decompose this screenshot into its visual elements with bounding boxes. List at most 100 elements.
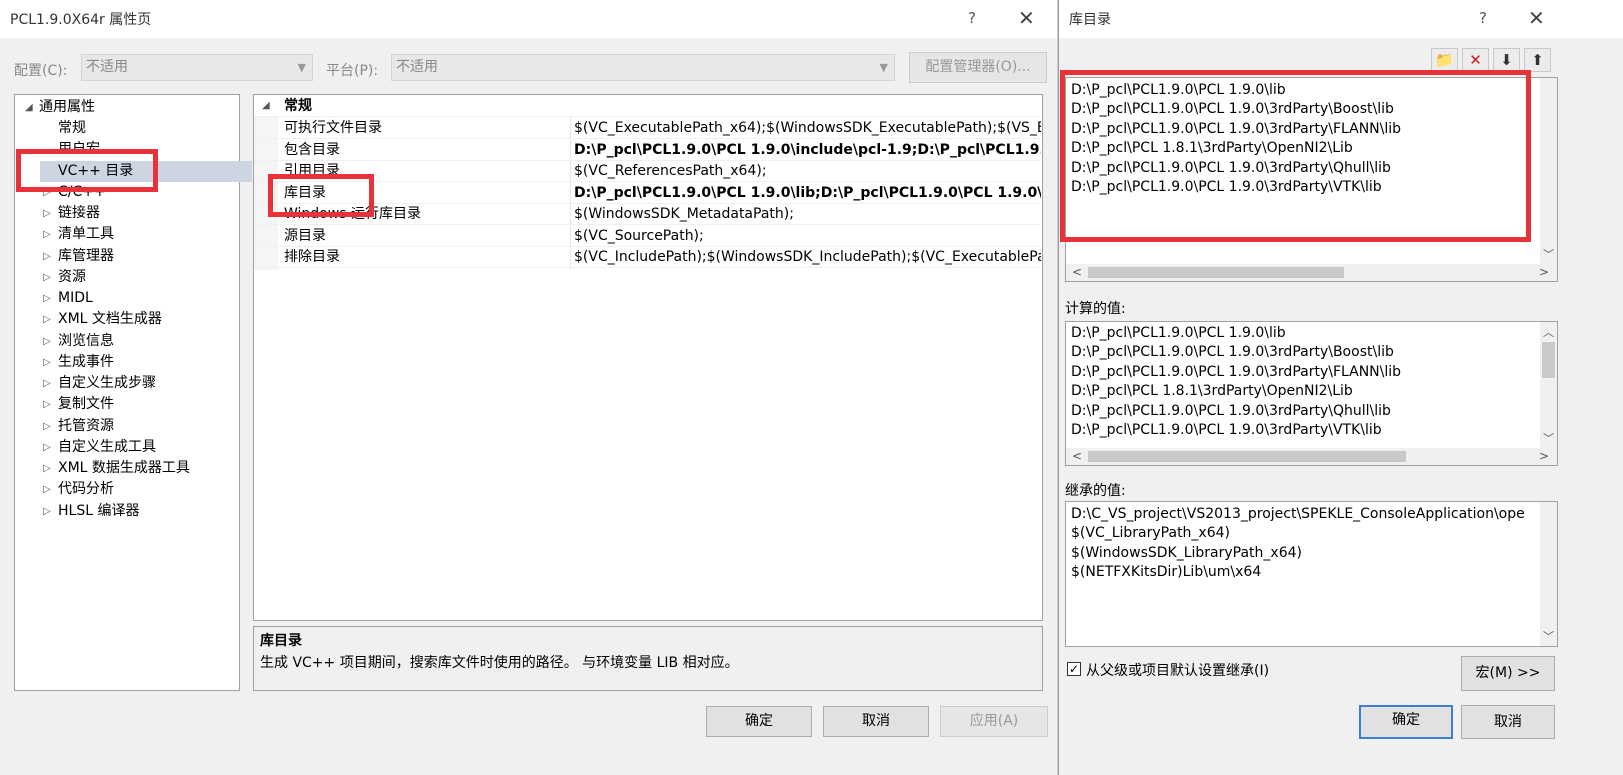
- chevron-down-icon: ▼: [879, 61, 888, 74]
- expand-triangle-icon[interactable]: ▷: [43, 501, 51, 522]
- tree-item-xml-data-generator-tool[interactable]: ▷ XML 数据生成器工具: [15, 458, 239, 479]
- evaluated-vertical-scrollbar[interactable]: ︿ ﹀: [1540, 322, 1557, 448]
- expand-triangle-icon[interactable]: ▷: [43, 458, 51, 479]
- tree-item-general[interactable]: 常规: [15, 118, 239, 139]
- inherited-vertical-scrollbar[interactable]: ﹀: [1540, 502, 1557, 646]
- title-bar: 库目录 ? ✕: [1059, 0, 1623, 38]
- inherit-checkbox-label[interactable]: 从父级或项目默认设置继承(I): [1086, 660, 1269, 680]
- grid-row[interactable]: 可执行文件目录 $(VC_ExecutablePath_x64);$(Window…: [254, 117, 1041, 139]
- tree-item-midl[interactable]: ▷ MIDL: [15, 288, 239, 309]
- inherited-line: $(WindowsSDK_LibraryPath_x64): [1071, 544, 1302, 561]
- grid-property-value[interactable]: $(VC_ReferencesPath_x64);: [574, 160, 1041, 181]
- grid-property-value[interactable]: D:\P_pcl\PCL1.9.0\PCL 1.9.0\include\pcl-…: [574, 139, 1041, 160]
- tree-item-copy-files[interactable]: ▷ 复制文件: [15, 394, 239, 415]
- evaluated-line: D:\P_pcl\PCL1.9.0\PCL 1.9.0\3rdParty\Boo…: [1071, 344, 1394, 361]
- platform-value: 不适用: [396, 59, 438, 75]
- evaluated-values-label: 计算的值:: [1065, 301, 1126, 317]
- macros-button[interactable]: 宏(M) >>: [1461, 656, 1555, 691]
- description-text: 生成 VC++ 项目期间，搜索库文件时使用的路径。 与环境变量 LIB 相对应。: [260, 655, 739, 671]
- cancel-button[interactable]: 取消: [1461, 705, 1555, 739]
- tree-item-custom-build-tool[interactable]: ▷ 自定义生成工具: [15, 437, 239, 458]
- grid-property-value[interactable]: $(VC_IncludePath);$(WindowsSDK_IncludePa…: [574, 246, 1041, 267]
- scroll-left-icon[interactable]: <: [1072, 448, 1082, 465]
- expand-triangle-icon[interactable]: ▷: [43, 373, 51, 394]
- inherited-line: $(NETFXKitsDir)Lib\um\x64: [1071, 564, 1262, 581]
- grid-property-name: 可执行文件目录: [284, 120, 382, 136]
- evaluated-horizontal-scrollbar[interactable]: < >: [1066, 448, 1557, 465]
- expand-triangle-icon[interactable]: ▷: [43, 267, 51, 288]
- scroll-down-icon[interactable]: ﹀: [1543, 628, 1554, 644]
- tree-root-common-properties[interactable]: ◢ 通用属性: [15, 97, 239, 118]
- expand-triangle-icon[interactable]: ▷: [43, 331, 51, 352]
- close-icon[interactable]: ✕: [1018, 6, 1035, 30]
- ok-button[interactable]: 确定: [706, 706, 812, 737]
- scroll-right-icon[interactable]: >: [1539, 448, 1549, 465]
- scroll-thumb[interactable]: [1542, 342, 1555, 378]
- config-manager-button[interactable]: 配置管理器(O)...: [909, 52, 1047, 83]
- scroll-thumb[interactable]: [1088, 267, 1344, 278]
- scroll-left-icon[interactable]: <: [1072, 264, 1082, 281]
- platform-combobox[interactable]: 不适用 ▼: [391, 54, 895, 81]
- tree-item-manifest-tool[interactable]: ▷ 清单工具: [15, 224, 239, 245]
- scroll-down-icon[interactable]: ﹀: [1543, 430, 1554, 446]
- tree-item-librarian[interactable]: ▷ 库管理器: [15, 246, 239, 267]
- tree-item-linker[interactable]: ▷ 链接器: [15, 203, 239, 224]
- cancel-button[interactable]: 取消: [823, 706, 929, 737]
- tree-item-browse-information[interactable]: ▷ 浏览信息: [15, 331, 239, 352]
- expand-triangle-icon[interactable]: ▷: [43, 394, 51, 415]
- help-icon[interactable]: ?: [968, 9, 976, 27]
- expand-triangle-icon[interactable]: ▷: [43, 437, 51, 458]
- grid-category-label: 常规: [284, 98, 312, 114]
- ok-button[interactable]: 确定: [1359, 705, 1453, 739]
- scroll-down-icon[interactable]: ﹀: [1543, 246, 1554, 262]
- scroll-up-icon[interactable]: ︿: [1543, 324, 1554, 340]
- description-panel: 库目录 生成 VC++ 项目期间，搜索库文件时使用的路径。 与环境变量 LIB …: [253, 626, 1043, 691]
- scroll-thumb[interactable]: [1088, 451, 1406, 462]
- tree-item-label: HLSL 编译器: [58, 502, 140, 519]
- tree-item-hlsl-compiler[interactable]: ▷ HLSL 编译器: [15, 501, 239, 522]
- move-down-icon[interactable]: ⬇: [1493, 48, 1520, 72]
- config-combobox[interactable]: 不适用 ▼: [81, 54, 313, 81]
- tree-root-label: 通用属性: [39, 99, 95, 115]
- inherited-line: $(VC_LibraryPath_x64): [1071, 525, 1230, 542]
- edit-horizontal-scrollbar[interactable]: < >: [1066, 264, 1557, 281]
- help-icon[interactable]: ?: [1479, 9, 1487, 27]
- grid-row[interactable]: 源目录 $(VC_SourcePath);: [254, 225, 1041, 247]
- grid-property-value[interactable]: $(VC_SourcePath);: [574, 225, 1041, 246]
- tree-item-label: XML 文档生成器: [58, 311, 162, 328]
- grid-category-general[interactable]: ◢ 常规: [254, 95, 1041, 117]
- grid-property-value[interactable]: $(WindowsSDK_MetadataPath);: [574, 203, 1041, 224]
- config-label: 配置(C):: [14, 63, 68, 79]
- expand-triangle-icon[interactable]: ▷: [43, 309, 51, 330]
- new-line-icon[interactable]: 📁: [1431, 48, 1458, 72]
- grid-property-value[interactable]: D:\P_pcl\PCL1.9.0\PCL 1.9.0\lib;D:\P_pcl…: [574, 182, 1041, 203]
- expand-triangle-icon[interactable]: ▷: [43, 203, 51, 224]
- description-title: 库目录: [260, 633, 302, 649]
- evaluated-line: D:\P_pcl\PCL1.9.0\PCL 1.9.0\3rdParty\Qhu…: [1071, 402, 1391, 419]
- evaluated-values-box: D:\P_pcl\PCL1.9.0\PCL 1.9.0\lib D:\P_pcl\…: [1065, 321, 1558, 466]
- expand-triangle-icon[interactable]: ▷: [43, 479, 51, 500]
- scroll-right-icon[interactable]: >: [1539, 264, 1549, 281]
- tree-item-xml-doc-generator[interactable]: ▷ XML 文档生成器: [15, 309, 239, 330]
- grid-property-value[interactable]: $(VC_ExecutablePath_x64);$(WindowsSDK_Ex…: [574, 117, 1041, 138]
- move-up-icon[interactable]: ⬆: [1524, 48, 1551, 72]
- window-title: 库目录: [1069, 12, 1111, 28]
- grid-row[interactable]: 排除目录 $(VC_IncludePath);$(WindowsSDK_Inclu…: [254, 246, 1041, 268]
- close-icon[interactable]: ✕: [1528, 6, 1545, 30]
- edit-vertical-scrollbar[interactable]: ﹀: [1540, 78, 1557, 264]
- expand-triangle-icon[interactable]: ▷: [43, 288, 51, 309]
- tree-item-managed-resources[interactable]: ▷ 托管资源: [15, 416, 239, 437]
- expand-triangle-icon[interactable]: ▷: [43, 224, 51, 245]
- grid-row[interactable]: 包含目录 D:\P_pcl\PCL1.9.0\PCL 1.9.0\include\…: [254, 139, 1041, 161]
- tree-item-label: MIDL: [58, 290, 93, 306]
- expand-triangle-icon[interactable]: ▷: [43, 352, 51, 373]
- expand-triangle-icon[interactable]: ▷: [43, 416, 51, 437]
- expand-triangle-icon[interactable]: ▷: [43, 246, 51, 267]
- tree-item-code-analysis[interactable]: ▷ 代码分析: [15, 479, 239, 500]
- apply-button[interactable]: 应用(A): [940, 706, 1048, 737]
- tree-item-resources[interactable]: ▷ 资源: [15, 267, 239, 288]
- delete-icon[interactable]: ✕: [1462, 48, 1489, 72]
- tree-item-custom-build-step[interactable]: ▷ 自定义生成步骤: [15, 373, 239, 394]
- inherit-checkbox[interactable]: ✓: [1067, 662, 1081, 676]
- tree-item-build-events[interactable]: ▷ 生成事件: [15, 352, 239, 373]
